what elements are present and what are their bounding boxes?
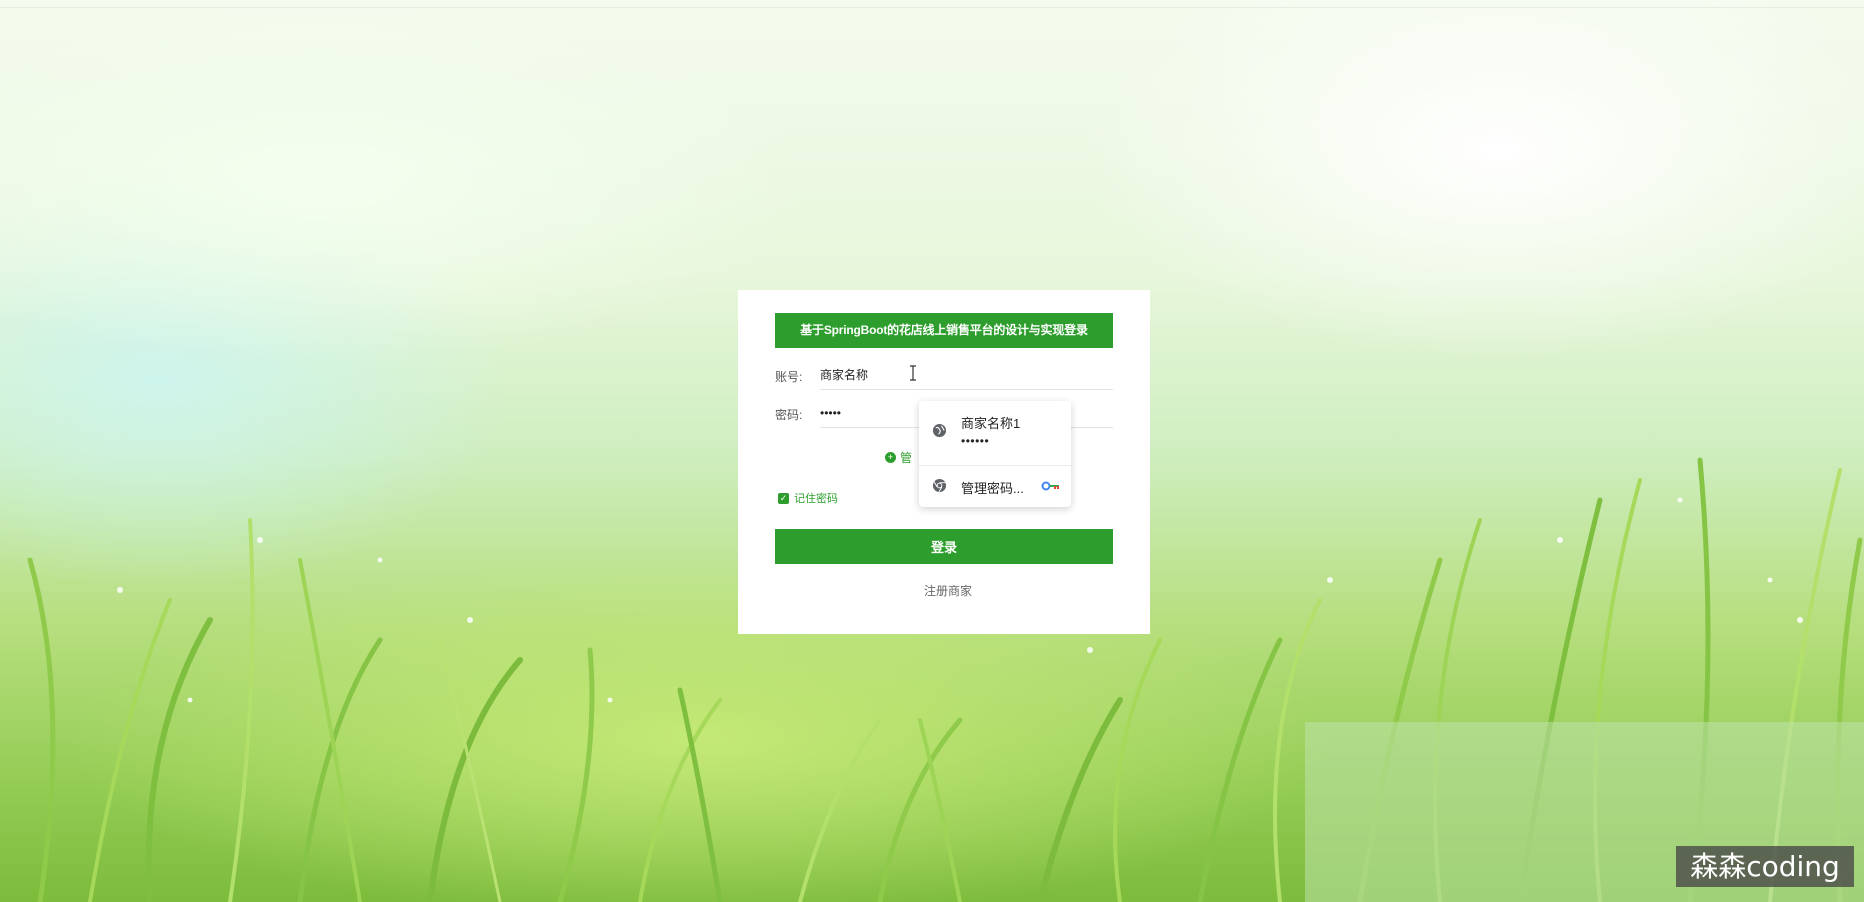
autofill-username: 商家名称1 [961,416,1021,431]
register-link[interactable]: 注册商家 [738,582,1158,599]
autofill-manage-passwords[interactable]: 管理密码... [919,465,1071,508]
remember-label: 记住密码 [794,493,838,505]
remember-password[interactable]: ✓ 记住密码 [778,490,838,506]
chrome-icon [932,478,947,493]
login-title: 基于SpringBoot的花店线上销售平台的设计与实现登录 [775,313,1113,348]
globe-icon [932,423,947,438]
account-label: 账号: [775,370,803,384]
autofill-password: •••••• [961,434,990,448]
password-autofill-popup: 商家名称1 •••••• 管理密码... [919,401,1071,507]
key-icon [1041,481,1059,491]
account-row: 账号: [775,360,1113,390]
remember-checkbox[interactable]: ✓ [778,492,789,504]
text-cursor-icon [910,365,916,381]
manage-password-hint[interactable]: + 管 [885,449,912,466]
manage-passwords-label: 管理密码... [961,481,1024,496]
login-button[interactable]: 登录 [775,529,1113,564]
account-input[interactable] [820,360,1113,390]
autofill-credential-item[interactable]: 商家名称1 •••••• [919,401,1071,461]
password-label: 密码: [775,408,803,422]
plus-circle-icon: + [885,452,896,463]
manage-hint-label: 管 [900,451,913,465]
watermark: 森森coding [1676,846,1854,887]
